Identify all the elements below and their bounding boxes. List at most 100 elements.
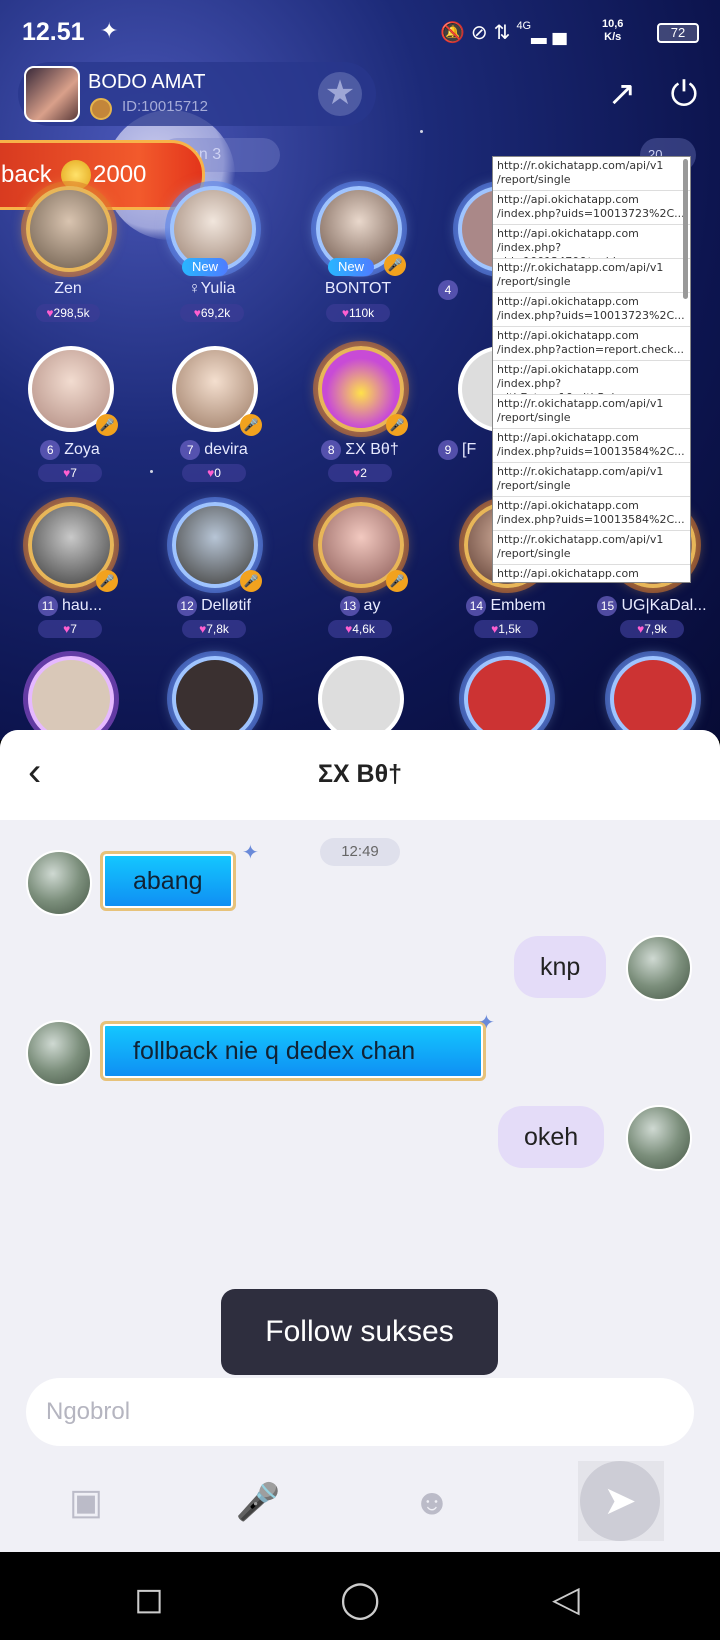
- message-bubble-sent: okeh: [498, 1106, 605, 1168]
- seat-19[interactable]: [436, 652, 576, 740]
- status-bar: 12.51 ✦ 🔕⊘⇅4G▂▄ 10,6 K/s 72: [0, 0, 720, 62]
- my-avatar[interactable]: [626, 935, 692, 1001]
- microphone-icon[interactable]: 🎤: [234, 1478, 282, 1526]
- request-log-overlay[interactable]: http://r.okichatapp.com/api/v1 /report/s…: [492, 156, 691, 583]
- seat-number: 7: [180, 440, 201, 460]
- seat-11[interactable]: 🎤 11hau... 7: [0, 498, 140, 648]
- seat-avatar[interactable]: [610, 656, 696, 740]
- seat-18[interactable]: [290, 652, 430, 740]
- seat-avatar[interactable]: [28, 656, 114, 740]
- network-type-label: 4G: [516, 20, 532, 32]
- seat-3[interactable]: New 🎤 BONTOT 110k: [288, 182, 428, 332]
- wand-icon: ✦: [478, 1012, 495, 1034]
- contact-avatar[interactable]: [26, 850, 92, 916]
- seat-6[interactable]: 🎤 6Zoya 7: [0, 342, 140, 492]
- battery-indicator: 72: [657, 23, 699, 43]
- voice-room-background: 12.51 ✦ 🔕⊘⇅4G▂▄ 10,6 K/s 72 BODO AMAT ID:…: [0, 0, 720, 740]
- chat-title: ΣX Bθ†: [317, 760, 403, 788]
- seat-name: 12 Delløtif: [144, 596, 284, 616]
- message-bubble-received: follback nie q dedex chan: [100, 1021, 486, 1081]
- log-row: http://api.okichatapp.com /index.php?uid…: [493, 191, 690, 225]
- seat-name: ♀Yulia: [142, 280, 282, 298]
- seat-number: 12: [177, 596, 198, 616]
- my-avatar[interactable]: [626, 1105, 692, 1171]
- seat-number: 14: [466, 596, 487, 616]
- seat-number: 8: [321, 440, 342, 460]
- contact-avatar[interactable]: [26, 1020, 92, 1086]
- back-triangle-icon[interactable]: ◁: [552, 1578, 580, 1620]
- scrollbar[interactable]: [683, 159, 688, 299]
- seat-score: 1,5k: [474, 620, 538, 638]
- seat-name-text: Zen: [54, 280, 82, 297]
- seat-name: 6 Zoya: [0, 440, 140, 460]
- system-nav-bar: ◻ ◯ ◁: [0, 1552, 720, 1640]
- sticker-icon[interactable]: ▣: [62, 1478, 110, 1526]
- toast-message: Follow sukses: [221, 1289, 498, 1375]
- seat-score: 7: [38, 620, 102, 638]
- message-bubble-received: abang: [100, 851, 236, 911]
- seat-avatar[interactable]: [172, 656, 258, 740]
- seat-name-text: Embem: [490, 597, 546, 614]
- seat-name-text: [F: [462, 441, 477, 458]
- send-icon: ➤: [580, 1461, 660, 1541]
- level-badge-icon: [90, 98, 112, 120]
- home-circle-icon[interactable]: ◯: [340, 1578, 380, 1620]
- seat-8[interactable]: 🎤 8ΣX Bθ† 2: [290, 342, 430, 492]
- log-row: http://r.okichatapp.com/api/v1 /report/s…: [493, 395, 690, 429]
- seat-name-text: devira: [204, 441, 248, 458]
- power-icon[interactable]: ⏻: [664, 74, 704, 114]
- seat-20[interactable]: [582, 652, 720, 740]
- mic-icon: 🎤: [96, 570, 118, 592]
- wand-icon: ✦: [242, 842, 259, 864]
- log-row: http://api.okichatapp.com /index.php?uid…: [493, 225, 690, 259]
- star-decoration: [420, 130, 423, 133]
- bird-icon: ✦: [100, 18, 119, 43]
- seat-avatar[interactable]: [318, 656, 404, 740]
- seat-name: 11 hau...: [0, 596, 140, 616]
- seat-name-text: BONTOT: [324, 280, 392, 297]
- log-row: http://r.okichatapp.com/api/v1 /report/s…: [493, 531, 690, 565]
- private-chat-sheet: ‹ ΣX Bθ† 12:49 abang ✦ knp follback nie …: [0, 730, 720, 1552]
- seat-17[interactable]: [144, 652, 284, 740]
- share-icon[interactable]: ↗: [602, 74, 642, 114]
- seat-score: 4,6k: [328, 620, 392, 638]
- host-avatar[interactable]: [24, 66, 80, 122]
- seat-number: 13: [339, 596, 360, 616]
- seat-score: 110k: [326, 304, 390, 322]
- recents-square-icon[interactable]: ◻: [134, 1578, 164, 1620]
- seat-7[interactable]: 🎤 7devira 0: [144, 342, 284, 492]
- data-arrows-icon: ⇅: [493, 22, 517, 44]
- status-time: 12.51: [22, 18, 85, 46]
- dnd-icon: ⊘: [470, 22, 494, 44]
- mic-icon: 🎤: [96, 414, 118, 436]
- signal-icon: ▂▄: [531, 22, 573, 44]
- seat-2[interactable]: New ♀Yulia 69,2k: [142, 182, 282, 332]
- seat-number: 9: [438, 440, 458, 460]
- seat-score: 7,9k: [620, 620, 684, 638]
- seat-name-text: Zoya: [64, 441, 100, 458]
- seat-avatar[interactable]: [26, 186, 112, 272]
- star-icon[interactable]: ★: [318, 72, 362, 116]
- mic-icon: 🎤: [240, 414, 262, 436]
- seat-13[interactable]: 🎤 13ay 4,6k: [290, 498, 430, 648]
- seat-score: 7: [38, 464, 102, 482]
- log-row: http://api.okichatapp.com /index.php?uid…: [493, 497, 690, 531]
- seat-name: 8 ΣX Bθ†: [290, 440, 430, 460]
- seat-avatar[interactable]: [464, 656, 550, 740]
- host-info-card[interactable]: BODO AMAT ID:10015712 ★: [18, 62, 376, 126]
- seat-number: 6: [40, 440, 61, 460]
- net-speed: 10,6 K/s: [602, 18, 623, 44]
- chat-input[interactable]: [26, 1378, 694, 1446]
- seat-12[interactable]: 🎤 12Delløtif 7,8k: [144, 498, 284, 648]
- seat-name: 15 UG|KaDal...: [582, 596, 720, 616]
- mute-icon: 🔕: [440, 22, 471, 44]
- seat-name-text: hau...: [61, 597, 103, 614]
- seat-score: 7,8k: [182, 620, 246, 638]
- mic-icon: 🎤: [240, 570, 262, 592]
- seat-number: 15: [597, 596, 618, 616]
- seat-16[interactable]: [0, 652, 140, 740]
- send-button[interactable]: ➤: [578, 1461, 664, 1541]
- emoji-icon[interactable]: ☻: [408, 1478, 456, 1526]
- log-row: http://r.okichatapp.com/api/v1 /report/s…: [493, 259, 690, 293]
- seat-1[interactable]: Zen 298,5k: [0, 182, 138, 332]
